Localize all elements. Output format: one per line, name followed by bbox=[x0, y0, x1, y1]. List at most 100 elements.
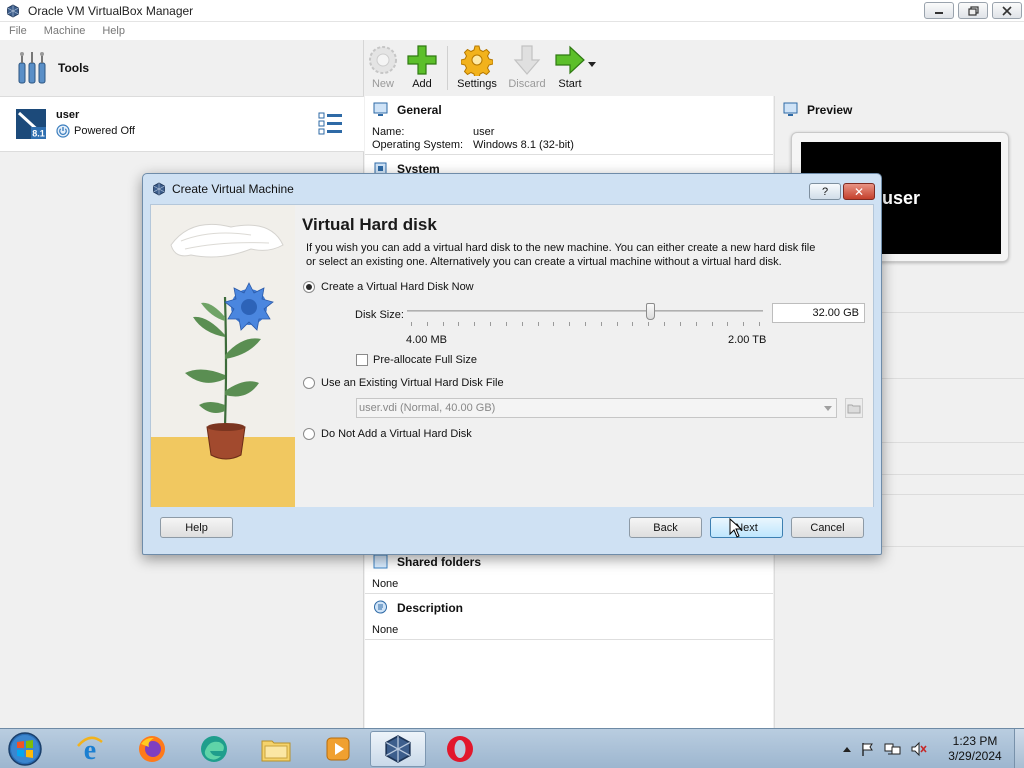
new-button[interactable]: New bbox=[365, 40, 401, 96]
general-title: General bbox=[397, 102, 442, 117]
menu-help[interactable]: Help bbox=[102, 25, 125, 37]
toolbar-separator bbox=[447, 46, 448, 90]
folder-icon bbox=[261, 740, 291, 762]
shared-folders-section-header[interactable]: Shared folders bbox=[373, 554, 481, 569]
slider-tick bbox=[727, 322, 728, 326]
dialog-close-button[interactable]: ✕ bbox=[843, 183, 875, 200]
main-toolbar: New Add Settings Discard Start bbox=[365, 40, 1024, 96]
shared-folders-value: None bbox=[372, 578, 399, 590]
disk-size-label: Disk Size: bbox=[355, 309, 404, 321]
media-player-icon bbox=[326, 737, 350, 761]
slider-tick bbox=[664, 322, 665, 326]
disk-size-slider[interactable] bbox=[407, 303, 763, 331]
create-disk-option[interactable]: Create a Virtual Hard Disk Now bbox=[303, 281, 474, 293]
window-titlebar: Oracle VM VirtualBox Manager bbox=[0, 0, 1024, 22]
start-arrow-right-icon bbox=[555, 45, 585, 75]
wizard-content: Virtual Hard disk If you wish you can ad… bbox=[295, 205, 873, 507]
dialog-body: Virtual Hard disk If you wish you can ad… bbox=[150, 204, 874, 507]
taskbar-clock[interactable]: 1:23 PM 3/29/2024 bbox=[940, 734, 1010, 764]
restore-button[interactable] bbox=[958, 2, 988, 19]
next-button[interactable]: Next bbox=[710, 517, 783, 538]
taskbar: e 1:23 PM 3/29/2024 bbox=[0, 728, 1024, 768]
opera-icon bbox=[447, 736, 473, 762]
tools-label: Tools bbox=[58, 61, 90, 75]
slider-tick bbox=[427, 322, 428, 326]
dialog-titlebar[interactable]: Create Virtual Machine bbox=[143, 174, 881, 204]
slider-thumb[interactable] bbox=[646, 303, 655, 320]
settings-button[interactable]: Settings bbox=[452, 40, 502, 96]
preview-title: Preview bbox=[807, 102, 853, 117]
show-hidden-icons-icon[interactable] bbox=[842, 745, 852, 753]
taskbar-virtualbox[interactable] bbox=[370, 731, 426, 767]
disk-size-max-label: 2.00 TB bbox=[728, 334, 767, 346]
close-window-button[interactable] bbox=[992, 2, 1022, 19]
windows-81-os-icon: 8.1 bbox=[16, 109, 46, 139]
dialog-help-button[interactable]: ? bbox=[809, 183, 841, 200]
show-desktop-button[interactable] bbox=[1014, 729, 1024, 768]
action-center-flag-icon[interactable] bbox=[860, 741, 876, 757]
start-orb-icon[interactable] bbox=[6, 731, 44, 767]
taskbar-media-player[interactable] bbox=[310, 731, 366, 767]
internet-explorer-icon: e bbox=[77, 735, 103, 764]
menu-file[interactable]: File bbox=[9, 25, 27, 37]
virtualbox-app-icon bbox=[385, 735, 411, 763]
preallocate-label: Pre-allocate Full Size bbox=[373, 354, 477, 366]
description-speech-icon bbox=[374, 600, 387, 614]
preview-monitor-icon bbox=[783, 102, 798, 116]
no-disk-radio[interactable] bbox=[303, 428, 315, 440]
cancel-button[interactable]: Cancel bbox=[791, 517, 864, 538]
preview-section-header[interactable]: Preview bbox=[783, 102, 852, 117]
minimize-button[interactable] bbox=[924, 2, 954, 19]
slider-track bbox=[407, 310, 763, 312]
description-section-header[interactable]: Description bbox=[373, 600, 463, 615]
description-title: Description bbox=[397, 600, 464, 615]
existing-disk-option[interactable]: Use an Existing Virtual Hard Disk File bbox=[303, 377, 504, 389]
settings-gear-icon bbox=[461, 45, 493, 76]
slider-tick bbox=[458, 322, 459, 326]
existing-disk-radio[interactable] bbox=[303, 377, 315, 389]
general-name-row: Name: user bbox=[372, 126, 494, 138]
vm-list-item-user[interactable]: 8.1 user Powered Off bbox=[0, 96, 364, 152]
preallocate-option[interactable]: Pre-allocate Full Size bbox=[356, 354, 477, 366]
description-value: None bbox=[372, 624, 399, 636]
network-icon[interactable] bbox=[884, 741, 902, 757]
vm-menu-icon[interactable] bbox=[318, 111, 344, 137]
discard-button[interactable]: Discard bbox=[502, 40, 552, 96]
taskbar-file-explorer[interactable] bbox=[248, 731, 304, 767]
back-button[interactable]: Back bbox=[629, 517, 702, 538]
slider-tick bbox=[680, 322, 681, 326]
tools-item[interactable]: Tools bbox=[0, 40, 364, 96]
slider-tick bbox=[411, 322, 412, 326]
taskbar-internet-explorer[interactable]: e bbox=[62, 731, 118, 767]
slider-tick bbox=[696, 322, 697, 326]
taskbar-opera[interactable] bbox=[432, 731, 488, 767]
no-disk-option[interactable]: Do Not Add a Virtual Hard Disk bbox=[303, 428, 472, 440]
clock-time: 1:23 PM bbox=[952, 734, 998, 748]
menu-machine[interactable]: Machine bbox=[44, 25, 86, 37]
add-button[interactable]: Add bbox=[401, 40, 443, 96]
start-label: Start bbox=[558, 78, 582, 90]
slider-tick bbox=[712, 322, 713, 326]
menubar: File Machine Help bbox=[0, 22, 1024, 40]
start-dropdown[interactable] bbox=[588, 40, 602, 96]
wizard-heading: Virtual Hard disk bbox=[302, 215, 437, 234]
slider-tick bbox=[601, 322, 602, 326]
volume-muted-icon[interactable] bbox=[910, 741, 928, 757]
slider-tick bbox=[617, 322, 618, 326]
discard-arrow-down-icon bbox=[513, 45, 541, 75]
close-icon bbox=[1002, 5, 1012, 16]
slider-tick bbox=[522, 322, 523, 326]
general-section-header[interactable]: General bbox=[373, 102, 442, 117]
create-disk-label: Create a Virtual Hard Disk Now bbox=[321, 281, 474, 293]
create-disk-radio[interactable] bbox=[303, 281, 315, 293]
taskbar-edge-beta[interactable] bbox=[186, 731, 242, 767]
mouse-cursor-icon bbox=[729, 518, 743, 538]
taskbar-firefox[interactable] bbox=[124, 731, 180, 767]
start-button[interactable]: Start bbox=[552, 40, 588, 96]
preallocate-checkbox[interactable] bbox=[356, 354, 368, 366]
existing-disk-select[interactable]: user.vdi (Normal, 40.00 GB) bbox=[356, 398, 837, 418]
choose-disk-file-button[interactable] bbox=[845, 398, 863, 418]
disk-size-input[interactable]: 32.00 GB bbox=[772, 303, 865, 323]
help-button[interactable]: Help bbox=[160, 517, 233, 538]
shared-folders-icon bbox=[373, 554, 388, 569]
